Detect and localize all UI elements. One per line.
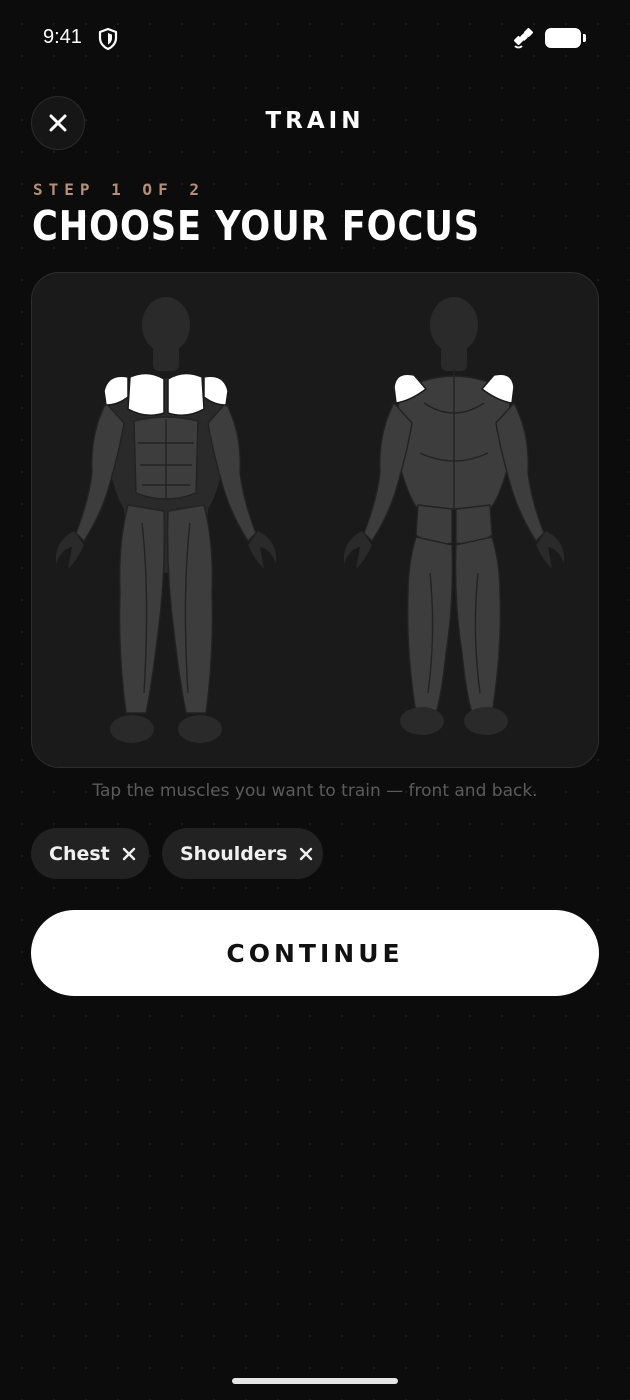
status-time: 9:41	[43, 26, 82, 48]
chip-label: Shoulders	[180, 842, 288, 865]
back-right-foot	[464, 707, 508, 735]
close-icon[interactable]	[122, 847, 136, 861]
home-indicator	[232, 1378, 398, 1384]
continue-label: CONTINUE	[226, 938, 404, 968]
back-left-foot	[400, 707, 444, 735]
back-head	[430, 297, 478, 353]
continue-button[interactable]: CONTINUE	[31, 910, 599, 996]
body-map-card[interactable]	[31, 272, 599, 768]
shield-icon	[97, 27, 119, 55]
front-head	[142, 297, 190, 353]
chip-label: Chest	[49, 842, 110, 865]
status-bar: 9:41	[0, 0, 630, 76]
front-neck	[153, 345, 179, 371]
back-left-leg[interactable]	[406, 536, 454, 714]
back-neck	[441, 345, 467, 371]
back-right-leg[interactable]	[454, 536, 502, 714]
front-left-leg[interactable]	[118, 504, 166, 714]
hint-text: Tap the muscles you want to train — fron…	[92, 781, 538, 801]
front-left-foot	[110, 715, 154, 743]
chip-chest[interactable]: Chest	[31, 828, 149, 879]
front-left-chest[interactable]	[127, 372, 165, 416]
front-right-chest[interactable]	[167, 372, 205, 416]
chip-shoulders[interactable]: Shoulders	[162, 828, 323, 879]
close-icon[interactable]	[299, 847, 313, 861]
satellite-icon	[512, 26, 536, 54]
front-body[interactable]	[55, 297, 277, 743]
page-title: TRAIN	[265, 108, 365, 134]
back-body[interactable]	[343, 297, 565, 735]
heading: CHOOSE YOUR FOCUS	[32, 202, 480, 250]
step-label: STEP 1 OF 2	[33, 180, 205, 199]
front-right-leg[interactable]	[166, 504, 214, 714]
battery-icon	[545, 28, 586, 48]
front-right-foot	[178, 715, 222, 743]
